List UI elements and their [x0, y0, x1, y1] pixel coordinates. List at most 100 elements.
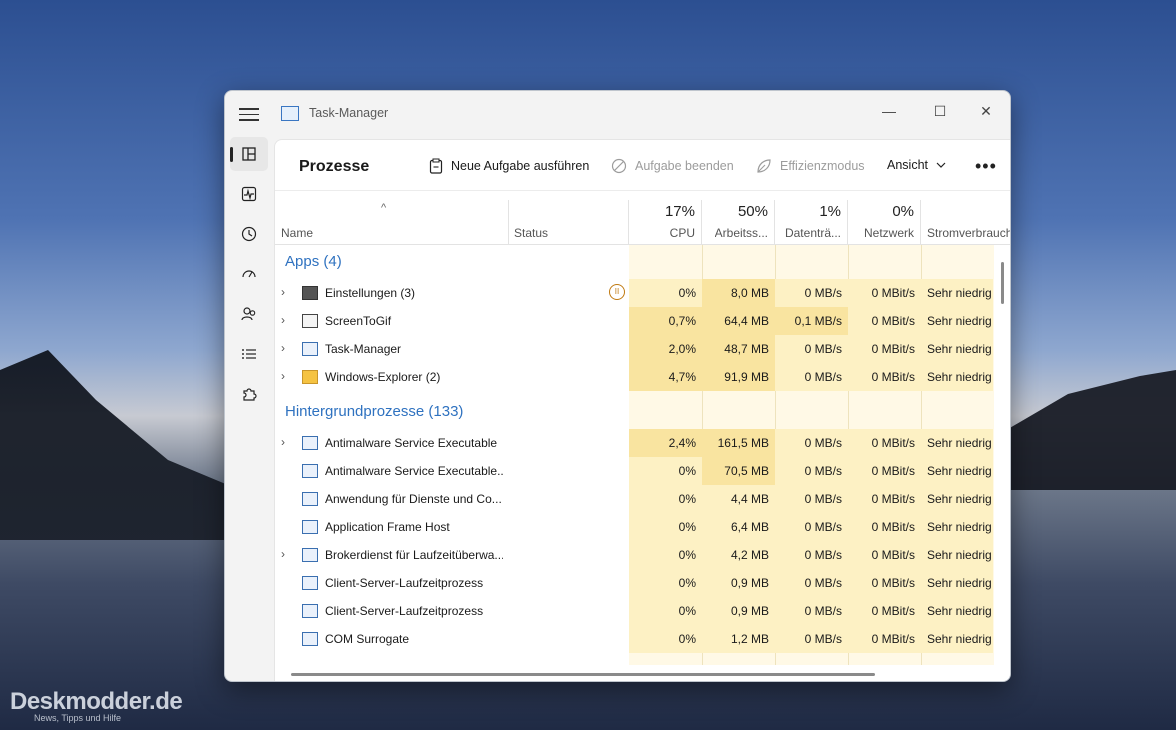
column-cpu[interactable]: 17% CPU: [629, 200, 702, 244]
minimize-button[interactable]: —: [867, 97, 911, 125]
power-value: Sehr niedrig: [921, 363, 993, 391]
menu-hamburger-icon[interactable]: [239, 105, 259, 121]
expand-chevron-icon[interactable]: ›: [281, 285, 285, 299]
power-value: Sehr niedrig: [921, 335, 993, 363]
group-header-background-processes[interactable]: Hintergrundprozesse (133): [285, 403, 463, 420]
expand-chevron-icon[interactable]: ›: [281, 341, 285, 355]
expand-chevron-icon[interactable]: ›: [281, 313, 285, 327]
end-task-label: Aufgabe beenden: [635, 159, 734, 173]
memory-value: 6,4 MB: [702, 513, 775, 541]
service-process-icon: [302, 604, 318, 618]
page-title: Prozesse: [299, 158, 370, 175]
folder-icon: [302, 370, 318, 384]
nav-app-history[interactable]: [230, 217, 268, 251]
memory-value: 70,5 MB: [702, 457, 775, 485]
column-status[interactable]: Status: [508, 200, 629, 244]
maximize-button[interactable]: ☐: [918, 97, 962, 125]
column-network[interactable]: 0% Netzwerk: [848, 200, 921, 244]
title-bar: Task-Manager — ☐ ✕: [225, 91, 1010, 135]
network-total: 0%: [892, 203, 914, 220]
suspended-status-icon: II: [609, 284, 625, 300]
expand-chevron-icon[interactable]: ›: [281, 369, 285, 383]
table-row[interactable]: › Brokerdienst für Laufzeitüberwa... 0% …: [275, 541, 993, 569]
table-row[interactable]: Client-Server-Laufzeitprozess 0% 0,9 MB …: [275, 597, 993, 625]
power-value: Sehr niedrig: [921, 569, 993, 597]
column-memory[interactable]: 50% Arbeitss...: [702, 200, 775, 244]
cpu-value: 0%: [629, 279, 702, 307]
disk-value: 0 MB/s: [775, 363, 848, 391]
watermark: Deskmodder.de News, Tipps und Hilfe: [10, 688, 183, 723]
horizontal-scrollbar[interactable]: [291, 673, 875, 676]
column-name[interactable]: ^ Name: [275, 200, 509, 244]
network-value: 0 MBit/s: [848, 597, 921, 625]
nav-processes[interactable]: [230, 137, 268, 171]
power-value: Sehr niedrig: [921, 513, 993, 541]
end-task-button[interactable]: Aufgabe beenden: [611, 158, 734, 174]
disk-value: 0 MB/s: [775, 513, 848, 541]
disk-value: 0 MB/s: [775, 429, 848, 457]
column-memory-label: Arbeitss...: [714, 226, 768, 240]
cpu-value: 0%: [629, 485, 702, 513]
task-manager-process-icon: [302, 342, 318, 356]
efficiency-mode-button[interactable]: Effizienzmodus: [756, 158, 865, 174]
table-row[interactable]: › Task-Manager 2,0% 48,7 MB 0 MB/s 0 MBi…: [275, 335, 993, 363]
table-row[interactable]: › ScreenToGif 0,7% 64,4 MB 0,1 MB/s 0 MB…: [275, 307, 993, 335]
new-task-label: Neue Aufgabe ausführen: [451, 159, 590, 173]
sidebar-nav: [225, 135, 273, 681]
cpu-value: 0%: [629, 569, 702, 597]
process-name: Task-Manager: [325, 342, 402, 356]
more-options-button[interactable]: •••: [975, 156, 997, 177]
cpu-value: 0%: [629, 597, 702, 625]
process-name: Antimalware Service Executable...: [325, 464, 503, 478]
process-name: COM Surrogate: [325, 632, 410, 646]
group-header-apps[interactable]: Apps (4): [285, 253, 342, 270]
network-value: 0 MBit/s: [848, 279, 921, 307]
services-puzzle-icon: [243, 388, 257, 401]
nav-users[interactable]: [230, 297, 268, 331]
column-power-label: Stromverbrauch: [927, 226, 1011, 240]
table-row[interactable]: › Antimalware Service Executable 2,4% 16…: [275, 429, 993, 457]
startup-gauge-icon: [242, 270, 256, 278]
vertical-scrollbar[interactable]: [1001, 262, 1004, 304]
memory-value: 0,9 MB: [702, 597, 775, 625]
network-value: 0 MBit/s: [848, 429, 921, 457]
view-dropdown[interactable]: Ansicht: [887, 158, 946, 172]
disk-total: 1%: [819, 203, 841, 220]
memory-value: 64,4 MB: [702, 307, 775, 335]
nav-details[interactable]: [230, 337, 268, 371]
memory-value: 91,9 MB: [702, 363, 775, 391]
expand-chevron-icon[interactable]: ›: [281, 547, 285, 561]
process-name: Antimalware Service Executable: [325, 436, 498, 450]
toolbar: Prozesse Neue Aufgabe ausführen Aufgabe …: [275, 140, 1010, 191]
active-indicator: [230, 147, 233, 162]
table-row[interactable]: Client-Server-Laufzeitprozess 0% 0,9 MB …: [275, 569, 993, 597]
sort-caret-icon: ^: [381, 202, 387, 214]
column-disk[interactable]: 1% Datenträ...: [775, 200, 848, 244]
process-name: Client-Server-Laufzeitprozess: [325, 576, 484, 590]
nav-startup-apps[interactable]: [230, 257, 268, 291]
cpu-value: 0%: [629, 513, 702, 541]
table-row[interactable]: COM Surrogate 0% 1,2 MB 0 MB/s 0 MBit/s …: [275, 625, 993, 653]
cpu-value: 2,0%: [629, 335, 702, 363]
expand-chevron-icon[interactable]: ›: [281, 435, 285, 449]
table-row[interactable]: Application Frame Host 0% 6,4 MB 0 MB/s …: [275, 513, 993, 541]
nav-services[interactable]: [230, 377, 268, 411]
cpu-total: 17%: [664, 203, 695, 220]
network-value: 0 MBit/s: [848, 541, 921, 569]
column-network-label: Netzwerk: [863, 226, 914, 240]
table-row[interactable]: Anwendung für Dienste und Co... 0% 4,4 M…: [275, 485, 993, 513]
column-power[interactable]: Stromverbrauch: [921, 200, 1011, 244]
disk-value: 0 MB/s: [775, 485, 848, 513]
block-icon: [611, 158, 627, 174]
window-title: Task-Manager: [309, 106, 389, 120]
table-row[interactable]: Antimalware Service Executable... 0% 70,…: [275, 457, 993, 485]
nav-performance[interactable]: [230, 177, 268, 211]
network-value: 0 MBit/s: [848, 485, 921, 513]
process-name: Client-Server-Laufzeitprozess: [325, 604, 484, 618]
new-task-button[interactable]: Neue Aufgabe ausführen: [429, 158, 589, 174]
process-name: Application Frame Host: [325, 520, 450, 534]
close-button[interactable]: ✕: [964, 97, 1008, 125]
table-row[interactable]: › Einstellungen (3) II 0% 8,0 MB 0 MB/s …: [275, 279, 993, 307]
service-process-icon: [302, 632, 318, 646]
table-row[interactable]: › Windows-Explorer (2) 4,7% 91,9 MB 0 MB…: [275, 363, 993, 391]
